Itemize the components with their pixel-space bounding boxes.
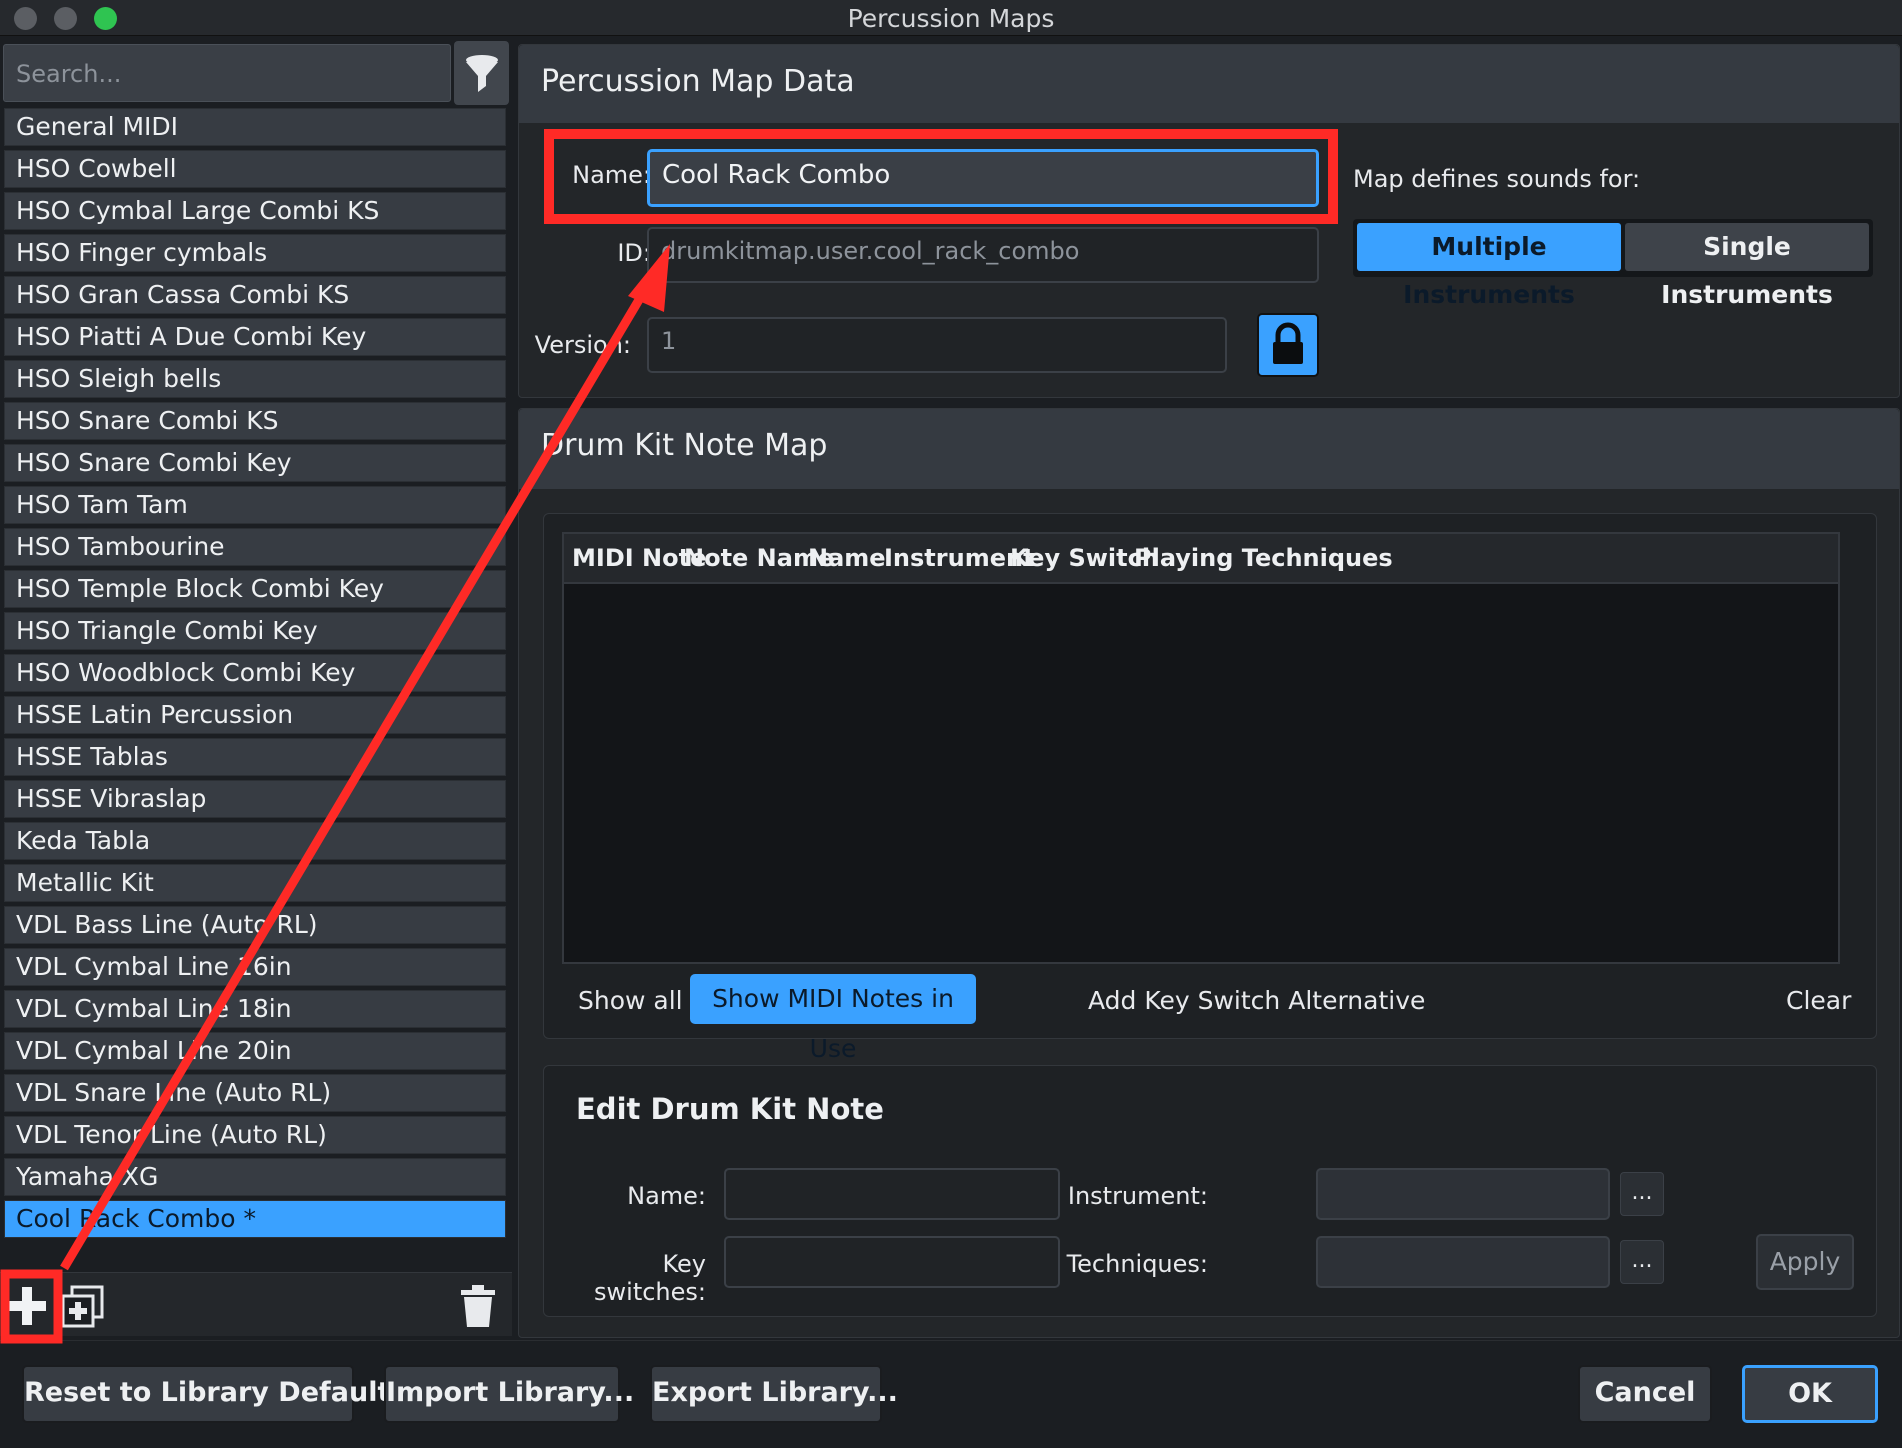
apply-button[interactable]: Apply bbox=[1756, 1234, 1854, 1290]
percussion-map-item[interactable]: VDL Cymbal Line 16in bbox=[4, 948, 506, 986]
duplicate-map-button[interactable] bbox=[60, 1283, 106, 1329]
techniques-label: Techniques: bbox=[1066, 1250, 1208, 1278]
name-label: Name: bbox=[572, 161, 651, 189]
percussion-map-item[interactable]: VDL Snare Line (Auto RL) bbox=[4, 1074, 506, 1112]
instrument-browse-button[interactable]: ... bbox=[1620, 1172, 1664, 1216]
techniques-field[interactable] bbox=[1316, 1236, 1610, 1288]
percussion-map-item[interactable]: HSO Gran Cassa Combi KS bbox=[4, 276, 506, 314]
cancel-button[interactable]: Cancel bbox=[1578, 1365, 1712, 1423]
sidebar-toolbar bbox=[0, 1272, 512, 1336]
percussion-map-item[interactable]: HSO Triangle Combi Key bbox=[4, 612, 506, 650]
show-midi-notes-in-use-button[interactable]: Show MIDI Notes in Use bbox=[690, 974, 976, 1063]
ok-button[interactable]: OK bbox=[1742, 1365, 1878, 1423]
version-label: Version: bbox=[534, 331, 631, 359]
delete-map-button[interactable] bbox=[458, 1283, 504, 1329]
percussion-map-item[interactable]: HSO Tambourine bbox=[4, 528, 506, 566]
percussion-map-item[interactable]: HSO Finger cymbals bbox=[4, 234, 506, 272]
search-input[interactable]: Search... bbox=[3, 44, 451, 102]
multiple-instruments-button[interactable]: Multiple Instruments bbox=[1357, 223, 1621, 309]
filter-icon bbox=[466, 55, 498, 92]
note-map-table-header: MIDI Note Note Name Name Instrument Key Swit… bbox=[564, 534, 1838, 584]
map-name-field[interactable]: Cool Rack Combo bbox=[647, 149, 1319, 207]
techniques-browse-button[interactable]: ... bbox=[1620, 1240, 1664, 1284]
import-library-button[interactable]: Import Library... bbox=[384, 1365, 634, 1423]
percussion-map-item[interactable]: HSO Snare Combi KS bbox=[4, 402, 506, 440]
percussion-map-item[interactable]: HSSE Tablas bbox=[4, 738, 506, 776]
percussion-map-item[interactable]: Keda Tabla bbox=[4, 822, 506, 860]
sound-scope-toggle: Multiple Instruments Single Instruments bbox=[1353, 219, 1873, 309]
percussion-map-item[interactable]: HSSE Vibraslap bbox=[4, 780, 506, 818]
percussion-map-item[interactable]: VDL Tenor Line (Auto RL) bbox=[4, 1116, 506, 1154]
clear-button[interactable]: Clear bbox=[1786, 986, 1851, 1015]
key-switches-label: Key switches: bbox=[594, 1250, 706, 1306]
percussion-map-item[interactable]: HSO Temple Block Combi Key bbox=[4, 570, 506, 608]
add-map-button[interactable] bbox=[4, 1283, 50, 1329]
percussion-map-sidebar: Search... General MIDI HSO Cowbell HSO Cym… bbox=[0, 36, 512, 1340]
note-name-field[interactable] bbox=[724, 1168, 1060, 1220]
column-header[interactable]: Name bbox=[808, 544, 886, 572]
percussion-map-item[interactable]: HSO Piatti A Due Combi Key bbox=[4, 318, 506, 356]
note-map-table[interactable]: MIDI Note Note Name Name Instrument Key Swit… bbox=[562, 532, 1840, 964]
percussion-map-item[interactable]: HSO Cymbal Large Combi KS bbox=[4, 192, 506, 230]
instrument-label: Instrument: bbox=[1067, 1182, 1208, 1210]
duplicate-icon bbox=[61, 1285, 104, 1328]
key-switches-field[interactable] bbox=[724, 1236, 1060, 1288]
percussion-map-item[interactable]: Metallic Kit bbox=[4, 864, 506, 902]
percussion-map-item[interactable]: HSO Cowbell bbox=[4, 150, 506, 188]
single-instruments-button[interactable]: Single Instruments bbox=[1625, 223, 1869, 309]
edit-drum-kit-note-section: Edit Drum Kit Note Name: Instrument: ...… bbox=[543, 1065, 1877, 1317]
show-all-button[interactable]: Show all bbox=[578, 986, 683, 1015]
trash-icon bbox=[461, 1285, 495, 1327]
percussion-map-item[interactable]: HSSE Latin Percussion bbox=[4, 696, 506, 734]
note-map-table-container: MIDI Note Note Name Name Instrument Key Swit… bbox=[543, 513, 1877, 1063]
plus-icon bbox=[8, 1287, 46, 1325]
percussion-map-item[interactable]: HSO Woodblock Combi Key bbox=[4, 654, 506, 692]
version-field[interactable]: 1 bbox=[647, 317, 1227, 373]
window-title: Percussion Maps bbox=[847, 4, 1055, 33]
percussion-map-item[interactable]: HSO Snare Combi Key bbox=[4, 444, 506, 482]
reset-to-library-defaults-button[interactable]: Reset to Library Defaults bbox=[22, 1365, 406, 1423]
column-header[interactable]: Playing Techniques bbox=[1134, 544, 1393, 572]
percussion-map-item[interactable]: General MIDI bbox=[4, 108, 506, 146]
percussion-map-item[interactable]: VDL Cymbal Line 20in bbox=[4, 1032, 506, 1070]
export-library-button[interactable]: Export Library... bbox=[650, 1365, 898, 1423]
percussion-map-item[interactable]: HSO Tam Tam bbox=[4, 486, 506, 524]
edit-drum-kit-note-title: Edit Drum Kit Note bbox=[576, 1092, 884, 1126]
title-bar: Percussion Maps bbox=[0, 0, 1902, 36]
note-name-label: Name: bbox=[627, 1182, 706, 1210]
percussion-map-item[interactable]: Cool Rack Combo * bbox=[4, 1200, 506, 1238]
lock-icon bbox=[1273, 322, 1303, 364]
drum-kit-note-map-header: Drum Kit Note Map bbox=[519, 409, 1899, 489]
map-id-field[interactable]: drumkitmap.user.cool_rack_combo bbox=[647, 227, 1319, 283]
add-key-switch-alternative-button[interactable]: Add Key Switch Alternative bbox=[1088, 986, 1425, 1015]
dialog-footer: Reset to Library Defaults Import Library… bbox=[0, 1340, 1902, 1448]
percussion-map-item[interactable]: VDL Bass Line (Auto RL) bbox=[4, 906, 506, 944]
drum-kit-note-map-panel: Drum Kit Note Map MIDI Note Note Name Name… bbox=[518, 408, 1900, 1338]
percussion-map-item[interactable]: HSO Sleigh bells bbox=[4, 360, 506, 398]
percussion-map-list: General MIDI HSO Cowbell HSO Cymbal Large … bbox=[4, 108, 506, 1242]
percussion-map-data-header: Percussion Map Data bbox=[519, 45, 1899, 123]
percussion-map-data-panel: Percussion Map Data Name: Cool Rack Comb… bbox=[518, 44, 1900, 398]
percussion-map-item[interactable]: Yamaha XG bbox=[4, 1158, 506, 1196]
lock-button[interactable] bbox=[1257, 313, 1319, 377]
percussion-map-item[interactable]: VDL Cymbal Line 18in bbox=[4, 990, 506, 1028]
filter-button[interactable] bbox=[454, 41, 509, 105]
instrument-field[interactable] bbox=[1316, 1168, 1610, 1220]
id-label: ID: bbox=[617, 239, 651, 267]
map-defines-label: Map defines sounds for: bbox=[1353, 165, 1641, 193]
